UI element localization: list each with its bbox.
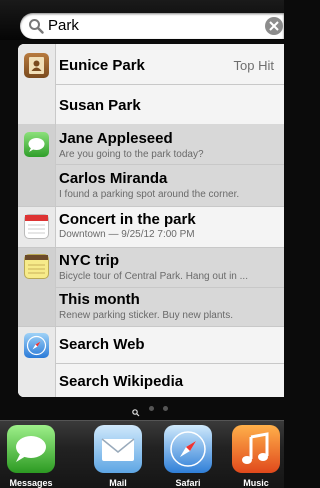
search-input[interactable]: Park (48, 17, 79, 34)
mail-icon[interactable] (94, 425, 142, 473)
result-subtitle: Are you going to the park today? (59, 149, 204, 160)
search-field[interactable]: Park (20, 13, 284, 39)
result-row-this-month[interactable]: This month Renew parking sticker. Buy ne… (56, 288, 284, 327)
search-web-section: Search Web Search Wikipedia (18, 326, 284, 397)
clear-icon[interactable] (265, 17, 283, 35)
search-wikipedia-row[interactable]: Search Wikipedia (56, 364, 284, 397)
page-dot (149, 406, 154, 411)
safari-icon[interactable] (164, 425, 212, 473)
result-row-carlos-miranda[interactable]: Carlos Miranda I found a parking spot ar… (56, 165, 284, 205)
result-title: Eunice Park (59, 57, 145, 74)
messages-section: Jane Appleseed Are you going to the park… (18, 124, 284, 206)
search-icon (28, 18, 44, 34)
result-row-susan-park[interactable]: Susan Park (56, 85, 284, 123)
search-bar: Park (0, 0, 284, 40)
contacts-section: Eunice Park Top Hit Susan Park (18, 44, 284, 124)
messages-icon[interactable] (7, 425, 55, 473)
result-title: NYC trip (59, 252, 119, 269)
calendar-icon (24, 214, 49, 239)
messages-icon (24, 132, 49, 157)
page-indicator[interactable] (132, 406, 174, 417)
result-subtitle: Downtown — 9/25/12 7:00 PM (59, 229, 195, 240)
result-subtitle: Renew parking sticker. Buy new plants. (59, 310, 233, 321)
result-row-eunice-park[interactable]: Eunice Park Top Hit (56, 44, 284, 85)
result-row-concert[interactable]: Concert in the park Downtown — 9/25/12 7… (56, 207, 284, 246)
page-dot (163, 406, 168, 411)
result-title: Jane Appleseed (59, 130, 173, 147)
music-icon[interactable] (232, 425, 280, 473)
result-row-jane-appleseed[interactable]: Jane Appleseed Are you going to the park… (56, 124, 284, 165)
notes-icon (24, 254, 49, 279)
result-title: Search Wikipedia (59, 373, 184, 390)
spotlight-results: Eunice Park Top Hit Susan Park Jane Appl… (18, 44, 284, 397)
search-web-row[interactable]: Search Web (56, 327, 284, 364)
calendar-section: Concert in the park Downtown — 9/25/12 7… (18, 206, 284, 247)
result-title: Susan Park (59, 97, 141, 114)
result-row-nyc-trip[interactable]: NYC trip Bicycle tour of Central Park. H… (56, 248, 284, 288)
result-title: This month (59, 291, 140, 308)
dock: Messages Mail Safari Music (0, 420, 284, 488)
contacts-icon (24, 53, 49, 78)
result-title: Carlos Miranda (59, 170, 168, 187)
notes-section: NYC trip Bicycle tour of Central Park. H… (18, 247, 284, 327)
result-subtitle: Bicycle tour of Central Park. Hang out i… (59, 271, 248, 282)
safari-icon (24, 333, 49, 358)
top-hit-label: Top Hit (233, 58, 274, 73)
result-title: Concert in the park (59, 211, 196, 228)
result-subtitle: I found a parking spot around the corner… (59, 189, 240, 200)
result-title: Search Web (59, 336, 145, 353)
